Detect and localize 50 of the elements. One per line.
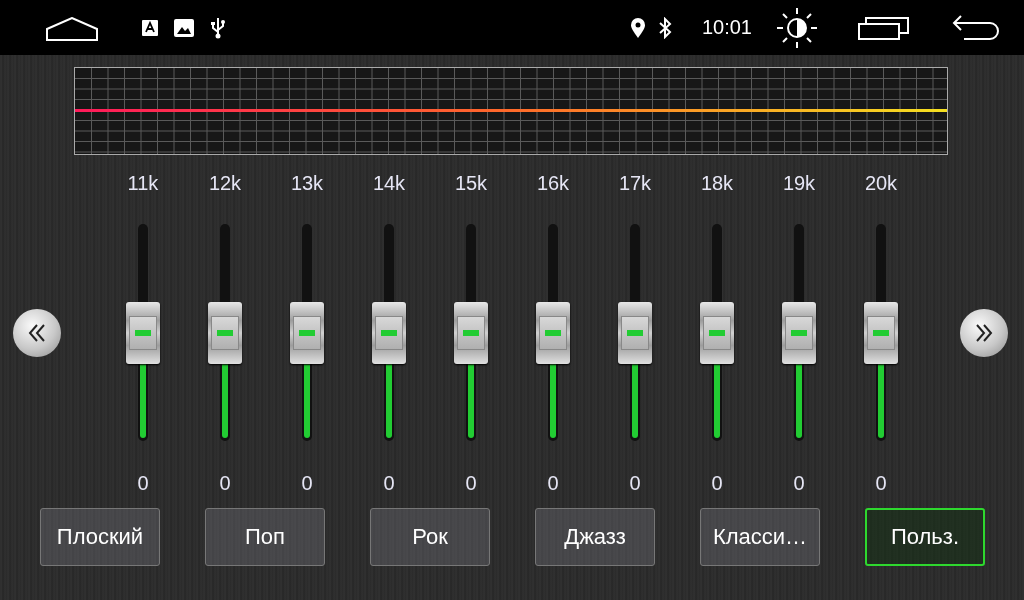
slider-thumb[interactable] <box>126 301 160 364</box>
preset-button[interactable]: Плоский <box>40 508 160 566</box>
image-icon <box>174 18 194 37</box>
preset-button[interactable]: Польз. <box>865 508 985 566</box>
slider-thumb[interactable] <box>864 301 898 364</box>
frequency-label: 13k <box>290 171 324 195</box>
usb-icon <box>210 16 226 39</box>
band-value: 0 <box>137 471 149 495</box>
slider-thumb[interactable] <box>454 301 488 364</box>
frequency-label: 17k <box>618 171 652 195</box>
band-value: 0 <box>383 471 395 495</box>
band-value: 0 <box>219 471 231 495</box>
slider-thumb[interactable] <box>290 301 324 364</box>
frequency-label: 14k <box>372 171 406 195</box>
band-value: 0 <box>301 471 313 495</box>
frequency-label: 11k <box>127 171 159 195</box>
band-value: 0 <box>629 471 641 495</box>
preset-button[interactable]: Рок <box>370 508 490 566</box>
frequency-label: 19k <box>782 171 816 195</box>
preset-button[interactable]: Поп <box>205 508 325 566</box>
double-chevron-right-icon <box>974 323 994 343</box>
bluetooth-icon <box>657 16 672 39</box>
preset-button[interactable]: Класси… <box>700 508 820 566</box>
slider-thumb[interactable] <box>536 301 570 364</box>
preset-button[interactable]: Джазз <box>535 508 655 566</box>
clock-time: 10:01 <box>701 16 752 39</box>
next-button[interactable] <box>960 309 1008 357</box>
back-icon[interactable] <box>952 14 1000 41</box>
recent-apps-icon[interactable] <box>858 15 910 40</box>
band-value: 0 <box>793 471 805 495</box>
band-value: 0 <box>465 471 477 495</box>
text-icon <box>142 19 158 36</box>
band-value: 0 <box>547 471 559 495</box>
slider-thumb[interactable] <box>208 301 242 364</box>
previous-button[interactable] <box>13 309 61 357</box>
slider-thumb[interactable] <box>782 301 816 364</box>
brightness-icon[interactable] <box>776 6 818 49</box>
slider-thumb[interactable] <box>372 301 406 364</box>
frequency-label: 12k <box>208 171 242 195</box>
frequency-label: 16k <box>536 171 570 195</box>
double-chevron-left-icon <box>27 323 47 343</box>
home-icon[interactable] <box>46 16 98 41</box>
slider-thumb[interactable] <box>618 301 652 364</box>
slider-thumb[interactable] <box>700 301 734 364</box>
band-value: 0 <box>711 471 723 495</box>
frequency-label: 18k <box>700 171 734 195</box>
frequency-label: 15k <box>454 171 488 195</box>
frequency-label: 20k <box>864 171 898 195</box>
band-value: 0 <box>875 471 887 495</box>
location-icon <box>629 16 646 39</box>
